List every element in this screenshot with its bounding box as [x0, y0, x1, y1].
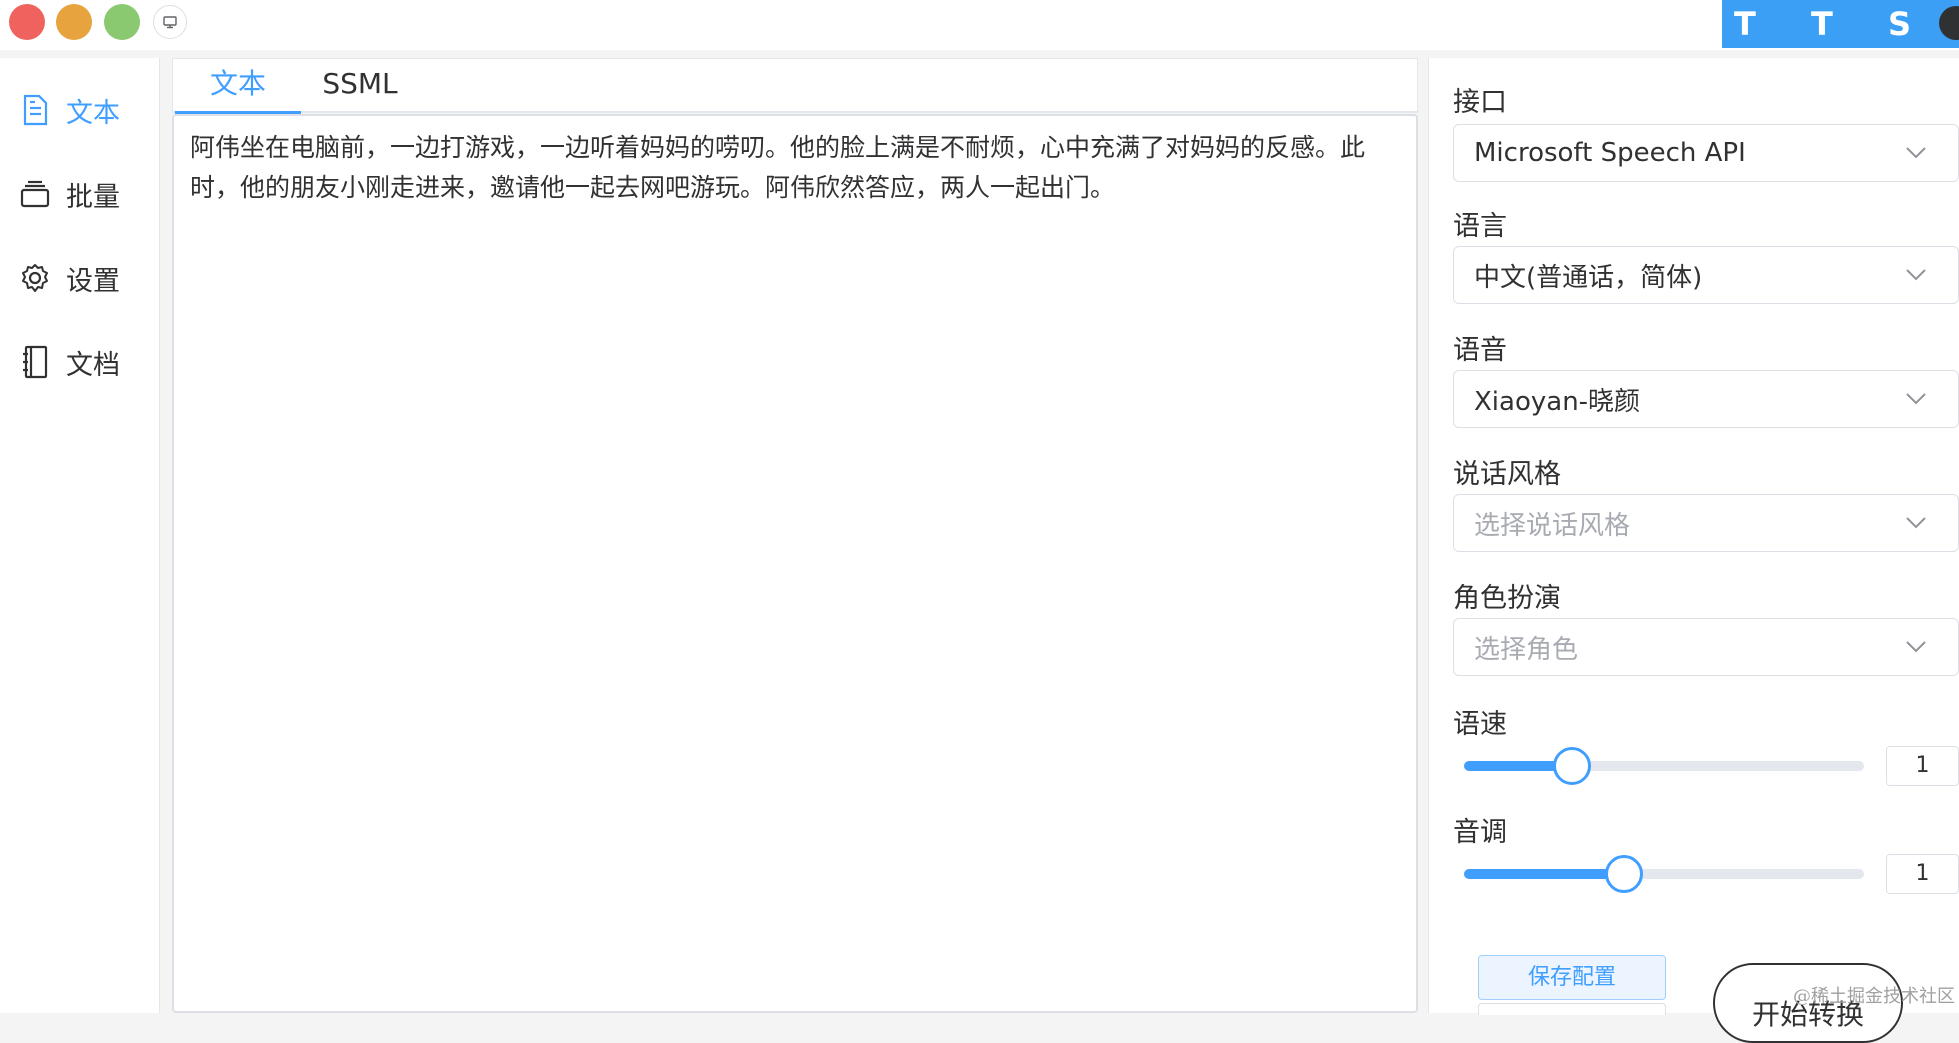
role-select-placeholder: 选择角色	[1474, 634, 1579, 665]
pitch-slider[interactable]	[1464, 854, 1864, 894]
sidebar-item-text[interactable]: 文本	[18, 90, 120, 130]
app-brand: T T S - V U	[1722, 0, 1959, 48]
maximize-window-button[interactable]	[104, 4, 140, 40]
save-config-button[interactable]: 保存配置	[1478, 955, 1666, 1000]
tab-ssml[interactable]: SSML	[301, 59, 419, 112]
rate-slider[interactable]	[1464, 746, 1864, 786]
rate-label: 语速	[1453, 709, 1507, 740]
api-label: 接口	[1453, 87, 1507, 118]
language-select[interactable]: 中文(普通话，简体)	[1453, 246, 1959, 304]
title-bar: T T S - V U	[0, 0, 1959, 50]
voice-select[interactable]: Xiaoyan-晓颜	[1453, 370, 1959, 428]
sidebar-item-label: 批量	[66, 181, 120, 213]
chevron-down-icon	[1902, 385, 1930, 413]
slider-thumb[interactable]	[1605, 855, 1643, 893]
chevron-down-icon	[1902, 261, 1930, 289]
sidebar: 文本 批量 设置 文档	[0, 58, 160, 1013]
minimize-window-button[interactable]	[56, 4, 92, 40]
gear-icon	[18, 261, 52, 295]
rate-input[interactable]: 1	[1886, 746, 1959, 786]
voice-select-value: Xiaoyan-晓颜	[1474, 386, 1641, 417]
sidebar-item-batch[interactable]: 批量	[18, 174, 120, 214]
style-select-placeholder: 选择说话风格	[1474, 510, 1631, 541]
sidebar-item-settings[interactable]: 设置	[18, 258, 120, 298]
editor-tabs: 文本 SSML	[172, 58, 1418, 115]
sidebar-item-label: 文档	[66, 349, 120, 381]
pitch-input[interactable]: 1	[1886, 854, 1959, 894]
app-brand-text: T T S - V U	[1734, 5, 1959, 43]
document-icon	[18, 93, 52, 127]
notebook-icon	[18, 345, 52, 379]
text-editor[interactable]	[172, 114, 1418, 1013]
sidebar-item-label: 设置	[66, 265, 120, 297]
sidebar-item-label: 文本	[66, 97, 120, 129]
language-select-value: 中文(普通话，简体)	[1474, 262, 1703, 293]
voice-label: 语音	[1453, 335, 1507, 366]
watermark: @稀土掘金技术社区	[1793, 986, 1955, 1007]
api-select-value: Microsoft Speech API	[1474, 138, 1746, 168]
slider-thumb[interactable]	[1553, 747, 1591, 785]
sidebar-item-docs[interactable]: 文档	[18, 342, 120, 382]
chevron-down-icon	[1902, 139, 1930, 167]
chevron-down-icon	[1902, 509, 1930, 537]
slider-fill	[1464, 869, 1624, 879]
pitch-label: 音调	[1453, 817, 1507, 848]
close-window-button[interactable]	[9, 4, 45, 40]
tab-text[interactable]: 文本	[175, 59, 301, 112]
secondary-button[interactable]	[1478, 1003, 1666, 1015]
monitor-icon[interactable]	[153, 5, 187, 39]
style-select[interactable]: 选择说话风格	[1453, 494, 1959, 552]
role-label: 角色扮演	[1453, 583, 1561, 614]
style-label: 说话风格	[1453, 459, 1561, 490]
role-select[interactable]: 选择角色	[1453, 618, 1959, 676]
stack-icon	[18, 177, 52, 211]
chevron-down-icon	[1902, 633, 1930, 661]
language-label: 语言	[1453, 211, 1507, 242]
api-select[interactable]: Microsoft Speech API	[1453, 124, 1959, 182]
